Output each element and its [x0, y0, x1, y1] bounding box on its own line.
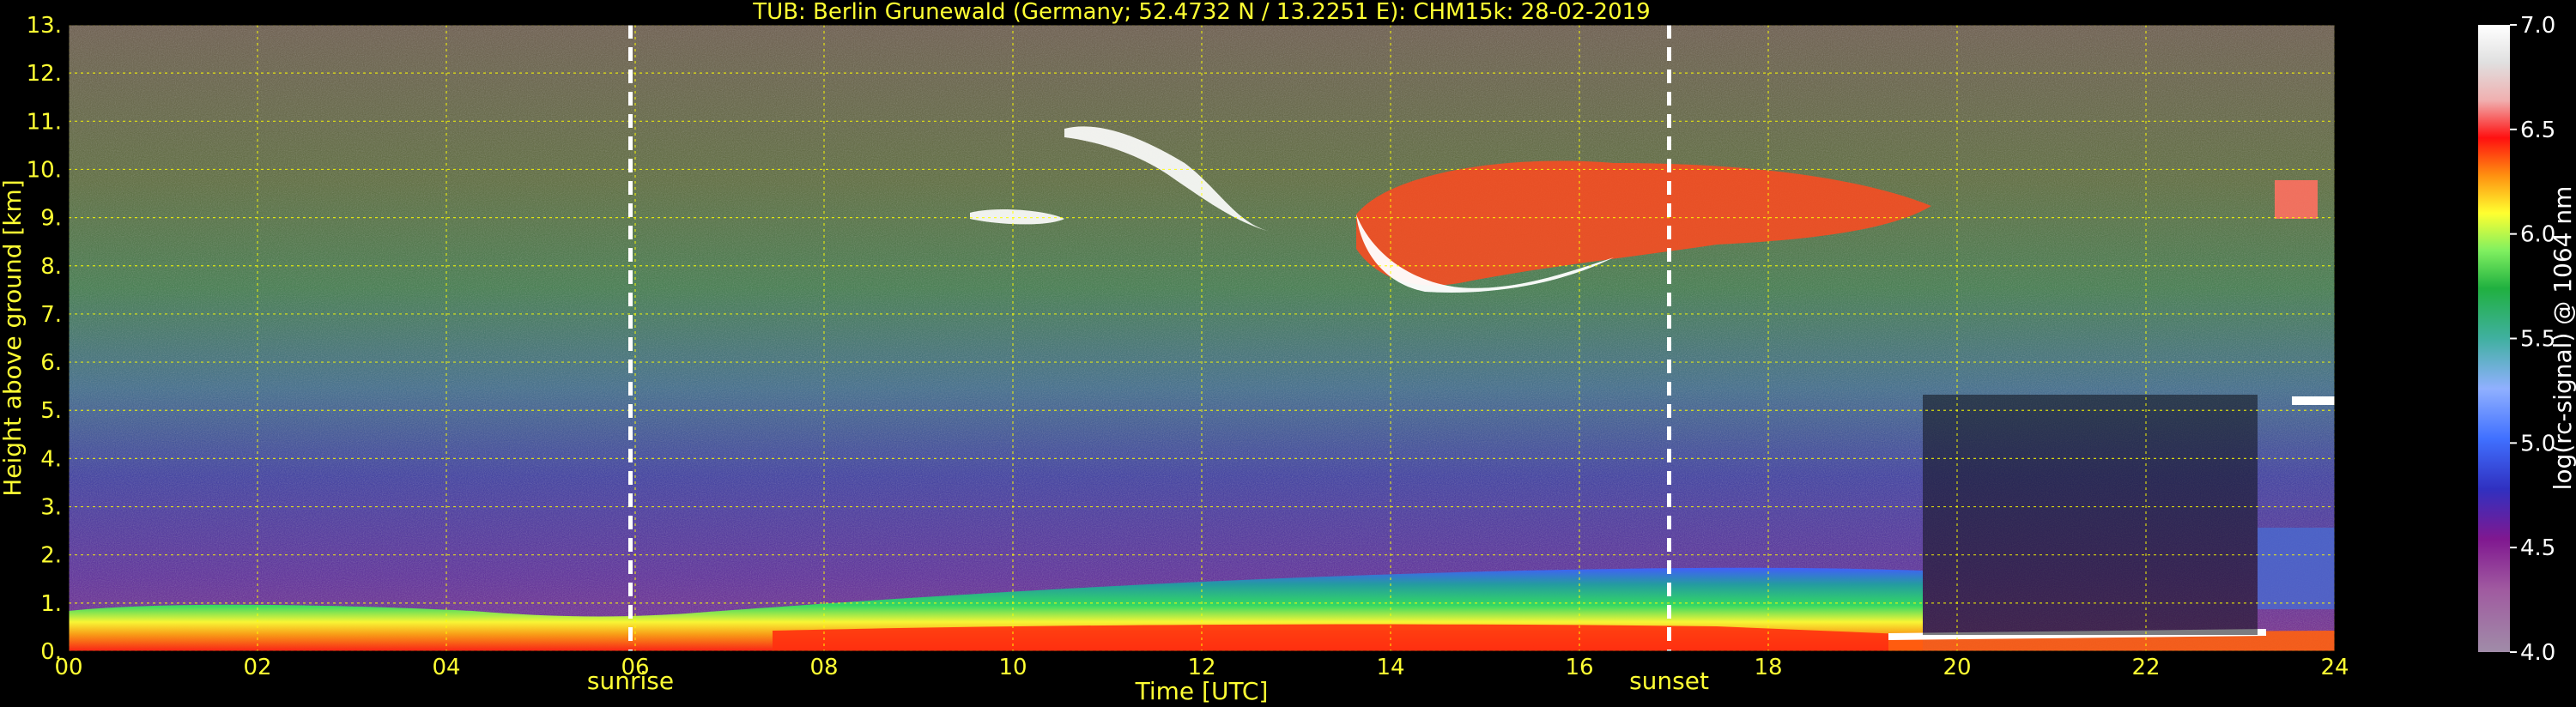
colorbar-tick-label: 7.0 [2520, 13, 2555, 39]
y-tick-label: 12. [27, 61, 62, 87]
x-axis-label: Time [UTC] [1135, 677, 1269, 705]
x-tick-label: 18 [1754, 655, 1782, 680]
y-tick-label: 7. [40, 302, 62, 328]
y-tick-label: 10. [27, 157, 62, 183]
night-aerosol [1923, 395, 2258, 635]
x-tick-label: 24 [2320, 655, 2349, 680]
y-tick-label: 2. [40, 543, 62, 569]
colorbar-tick-label: 4.5 [2520, 535, 2555, 561]
y-tick-label: 3. [40, 495, 62, 521]
x-tick-label: 04 [432, 655, 460, 680]
colorbar [2478, 25, 2510, 652]
sunset-label: sunset [1629, 667, 1709, 695]
y-tick-label: 4. [40, 446, 62, 472]
colorbar-tick-label: 6.5 [2520, 118, 2555, 143]
residual-layer [2258, 528, 2335, 609]
x-tick-label: 20 [1943, 655, 1971, 680]
colorbar-tick-label: 4.0 [2520, 640, 2555, 666]
x-tick-label: 22 [2131, 655, 2160, 680]
sunrise-label: sunrise [587, 667, 674, 695]
x-tick-labels: 00 02 04 06 08 10 12 14 16 18 20 22 24 [54, 655, 2349, 680]
y-tick-label: 1. [40, 591, 62, 617]
y-tick-label: 8. [40, 254, 62, 280]
y-tick-label: 6. [40, 350, 62, 376]
x-tick-label: 02 [243, 655, 271, 680]
surface-layer [773, 624, 1923, 651]
midlevel-cloud [2292, 396, 2335, 405]
plot-area [69, 25, 2335, 651]
y-tick-label: 0. [40, 639, 62, 665]
colorbar-label: log(rc-signal) @ 1064 nm [2549, 186, 2576, 491]
y-tick-label: 13. [27, 13, 62, 39]
x-tick-label: 08 [809, 655, 838, 680]
x-tick-label: 10 [998, 655, 1027, 680]
x-tick-label: 12 [1187, 655, 1215, 680]
y-tick-labels: 0. 1. 2. 3. 4. 5. 6. 7. 8. 9. 10. 11. 12. 13. [27, 13, 62, 665]
chart-title: TUB: Berlin Grunewald (Germany; 52.4732 … [752, 0, 1650, 25]
y-tick-label: 11. [27, 109, 62, 135]
ceilometer-chart: TUB: Berlin Grunewald (Germany; 52.4732 … [0, 0, 2576, 705]
high-cloud-blob [2275, 180, 2318, 219]
x-tick-label: 14 [1376, 655, 1404, 680]
y-tick-label: 9. [40, 206, 62, 232]
y-axis-label: Height above ground [km] [0, 179, 27, 497]
y-tick-label: 5. [40, 398, 62, 424]
x-tick-label: 16 [1565, 655, 1593, 680]
